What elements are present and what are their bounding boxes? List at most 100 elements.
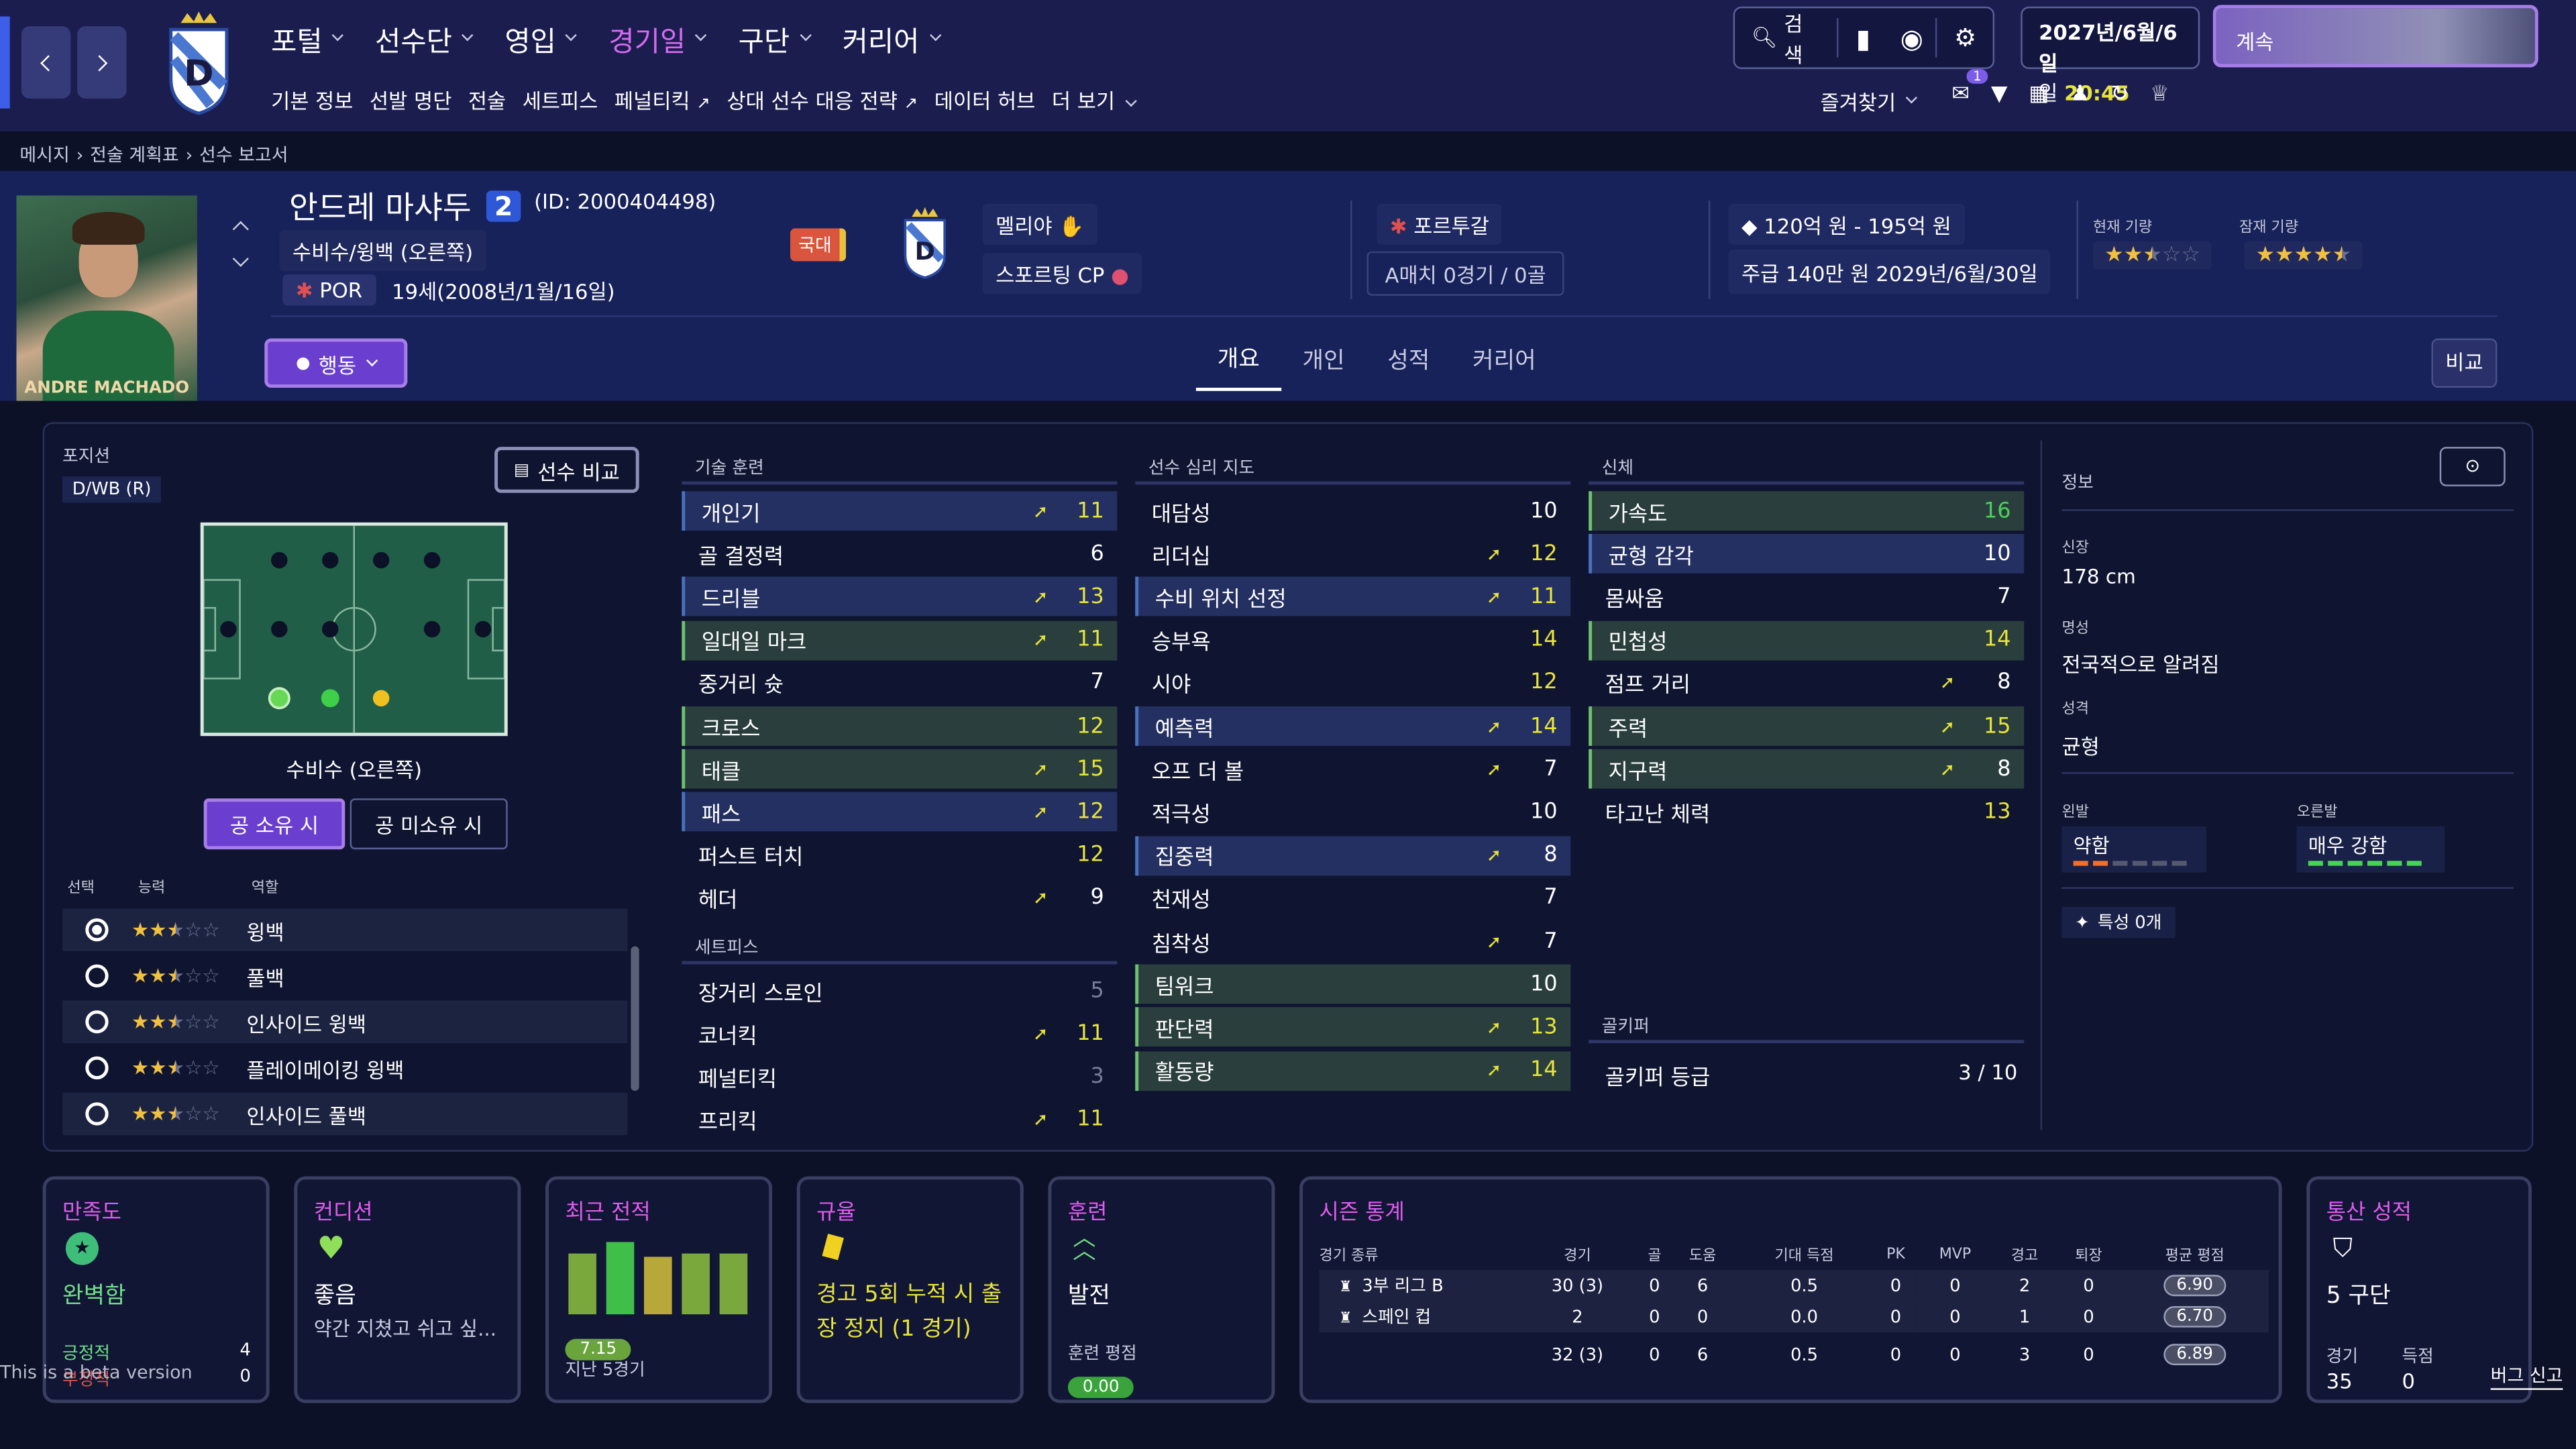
attribute-row[interactable]: 침착성 ➚ 7 (1135, 922, 1570, 961)
attribute-row[interactable]: 가속도 16 (1589, 491, 2025, 531)
date-time-display[interactable]: 2027년/6월/6일 일 20:45 (2021, 6, 2200, 105)
player-compare-button[interactable]: ▤ 선수 비교 (494, 447, 639, 493)
season-stats-card[interactable]: 시즌 통계 경기 종류 경기 골 도움 기대 득점 PK MVP 경고 퇴장 평균 평점 ♜ 3부 리… (1299, 1176, 2282, 1403)
nav-item-3[interactable]: 경기일 (608, 18, 708, 59)
tab-3[interactable]: 커리어 (1451, 337, 1557, 389)
attribute-row[interactable]: 헤더 ➚ 9 (682, 879, 1117, 918)
board-icon[interactable]: ▦ (2029, 82, 2049, 107)
breadcrumb-item[interactable]: 선수 보고서 (199, 142, 288, 168)
attribute-row[interactable]: 코너킥 ➚ 11 (682, 1014, 1117, 1053)
attribute-row[interactable]: 페널티킥 3 (682, 1057, 1117, 1097)
attribute-row[interactable]: 패스 ➚ 12 (682, 792, 1118, 833)
attribute-row[interactable]: 승부욕 14 (1135, 621, 1570, 660)
gear-icon[interactable]: ⚙ (1938, 8, 1993, 67)
country-link[interactable]: ✱ 포르투갈 (1377, 203, 1503, 245)
attribute-row[interactable]: 팀워크 10 (1135, 965, 1571, 1004)
compare-button[interactable]: 비교 (2431, 338, 2498, 388)
table-row[interactable]: ♜ 3부 리그 B 30 (3) 0 6 0.5 0 0 2 0 6.90 (1319, 1270, 2269, 1301)
attribute-row[interactable]: 판단력 ➚ 13 (1135, 1008, 1571, 1047)
club-link[interactable]: 멜리야 ✋ (982, 203, 1098, 245)
attribute-row[interactable]: 골 결정력 6 (682, 534, 1117, 574)
forward-button[interactable] (77, 26, 127, 99)
attribute-row[interactable]: 장거리 스로인 5 (682, 971, 1117, 1010)
role-row[interactable]: ★★★☆☆ 풀백 (62, 955, 627, 998)
globe-icon[interactable]: ◉ (1888, 8, 1936, 67)
attribute-row[interactable]: 지구력 ➚ 8 (1589, 749, 2025, 789)
condition-card[interactable]: 컨디션 ♥ 좋음 약간 지쳤고 쉬고 싶... (294, 1176, 521, 1403)
table-row[interactable]: 32 (3) 0 6 0.5 0 0 3 0 6.89 (1320, 1339, 2269, 1371)
attribute-row[interactable]: 시야 12 (1135, 663, 1570, 703)
attribute-row[interactable]: 천재성 7 (1135, 879, 1570, 918)
scrollbar[interactable] (631, 946, 639, 1091)
tab-2[interactable]: 성적 (1366, 337, 1451, 389)
subnav-item-3[interactable]: 세트피스 (523, 84, 598, 115)
out-possession-tab[interactable]: 공 미소유 시 (350, 798, 508, 850)
shirt-icon[interactable]: ▼ (1991, 82, 2007, 107)
attribute-row[interactable]: 개인기 ➚ 11 (682, 491, 1118, 531)
club-crest-icon[interactable]: D (161, 10, 237, 115)
attribute-row[interactable]: 크로스 12 (682, 706, 1118, 746)
subnav-item-5[interactable]: 상대 선수 대응 전략 ↗ (727, 84, 918, 115)
attribute-row[interactable]: 몸싸움 7 (1589, 578, 2024, 617)
form-card[interactable]: 최근 전적 7.15 지난 5경기 (545, 1176, 773, 1403)
loan-club-link[interactable]: 스포르팅 CP ● (982, 253, 1142, 294)
subnav-item-0[interactable]: 기본 정보 (271, 84, 353, 115)
info-settings-icon[interactable]: ⊙ (2439, 447, 2506, 486)
attribute-row[interactable]: 타고난 체력 13 (1589, 792, 2024, 832)
bug-report-link[interactable]: 버그 신고 (2490, 1362, 2563, 1390)
radio-button[interactable] (85, 964, 109, 987)
action-button[interactable]: ● 행동 (264, 338, 408, 388)
refresh-icon[interactable]: ↻ (2111, 82, 2129, 107)
attribute-row[interactable]: 점프 거리 ➚ 8 (1589, 663, 2024, 703)
attribute-row[interactable]: 중거리 슛 7 (682, 663, 1117, 703)
traits-button[interactable]: ✦ 특성 0개 (2061, 906, 2176, 938)
attribute-row[interactable]: 일대일 마크 ➚ 11 (682, 620, 1118, 660)
attribute-row[interactable]: 대담성 10 (1135, 491, 1570, 531)
attribute-row[interactable]: 프리킥 ➚ 11 (682, 1100, 1117, 1140)
subnav-item-7[interactable]: 더 보기 (1052, 84, 1137, 115)
subnav-item-1[interactable]: 선발 명단 (370, 84, 451, 115)
nav-item-4[interactable]: 구단 (739, 18, 812, 59)
message-icon[interactable]: ✉ 1 (1951, 68, 1988, 107)
attribute-row[interactable]: 주력 ➚ 15 (1589, 706, 2025, 746)
attribute-row[interactable]: 오프 더 볼 ➚ 7 (1135, 749, 1570, 789)
attribute-row[interactable]: 리더십 ➚ 12 (1135, 534, 1570, 574)
attribute-row[interactable]: 수비 위치 선정 ➚ 11 (1135, 577, 1571, 617)
next-player-button[interactable] (232, 250, 254, 272)
trophy-icon[interactable]: ♕ (2150, 82, 2169, 107)
attribute-row[interactable]: 태클 ➚ 15 (682, 749, 1118, 789)
radio-button[interactable] (85, 1056, 109, 1079)
search-button[interactable]: 🔍︎ 검색 (1735, 8, 1837, 67)
training-card[interactable]: 훈련 ︿ ︿ 발전 훈련 평점 0.00 (1048, 1176, 1275, 1403)
table-row[interactable]: ♜ 스페인 컵 2 0 0 0.0 0 0 1 0 6.70 (1319, 1301, 2269, 1333)
attribute-row[interactable]: 민첩성 14 (1589, 620, 2025, 660)
attribute-row[interactable]: 예측력 ➚ 14 (1135, 706, 1571, 746)
breadcrumb-item[interactable]: 메시지 (19, 142, 69, 168)
radio-button[interactable] (85, 918, 109, 942)
staff-icon[interactable]: ♟ (2070, 82, 2090, 107)
attribute-row[interactable]: 퍼스트 터치 12 (682, 836, 1117, 875)
radio-button[interactable] (85, 1010, 109, 1034)
attribute-row[interactable]: 집중력 ➚ 8 (1135, 835, 1571, 875)
prev-player-button[interactable] (232, 221, 254, 243)
subnav-item-6[interactable]: 데이터 허브 (934, 84, 1036, 115)
breadcrumb-item[interactable]: 전술 계획표 (90, 142, 179, 168)
radio-button[interactable] (85, 1102, 109, 1126)
back-button[interactable] (21, 26, 71, 99)
favorites-dropdown[interactable]: 즐겨찾기 (1820, 85, 1918, 117)
attribute-row[interactable]: 균형 감각 10 (1589, 534, 2025, 574)
nav-item-5[interactable]: 커리어 (843, 18, 941, 59)
continue-button[interactable]: 계속 (2212, 5, 2538, 68)
discipline-card[interactable]: 규율 경고 5회 누적 시 출장 정지 (1 경기) (796, 1176, 1024, 1403)
role-row[interactable]: ★★★☆☆ 인사이드 윙백 (62, 1000, 628, 1044)
nav-item-2[interactable]: 영입 (504, 18, 578, 59)
bookmark-icon[interactable]: ▮ (1839, 8, 1887, 67)
subnav-item-4[interactable]: 페널티킥 ↗ (614, 84, 710, 115)
tab-0[interactable]: 개요 (1195, 335, 1281, 391)
nav-item-1[interactable]: 선수단 (375, 18, 474, 59)
tab-1[interactable]: 개인 (1281, 337, 1366, 389)
role-row[interactable]: ★★★☆☆ 윙백 (62, 908, 628, 951)
subnav-item-2[interactable]: 전술 (468, 84, 506, 115)
in-possession-tab[interactable]: 공 소유 시 (203, 798, 345, 850)
attribute-row[interactable]: 적극성 10 (1135, 792, 1570, 832)
